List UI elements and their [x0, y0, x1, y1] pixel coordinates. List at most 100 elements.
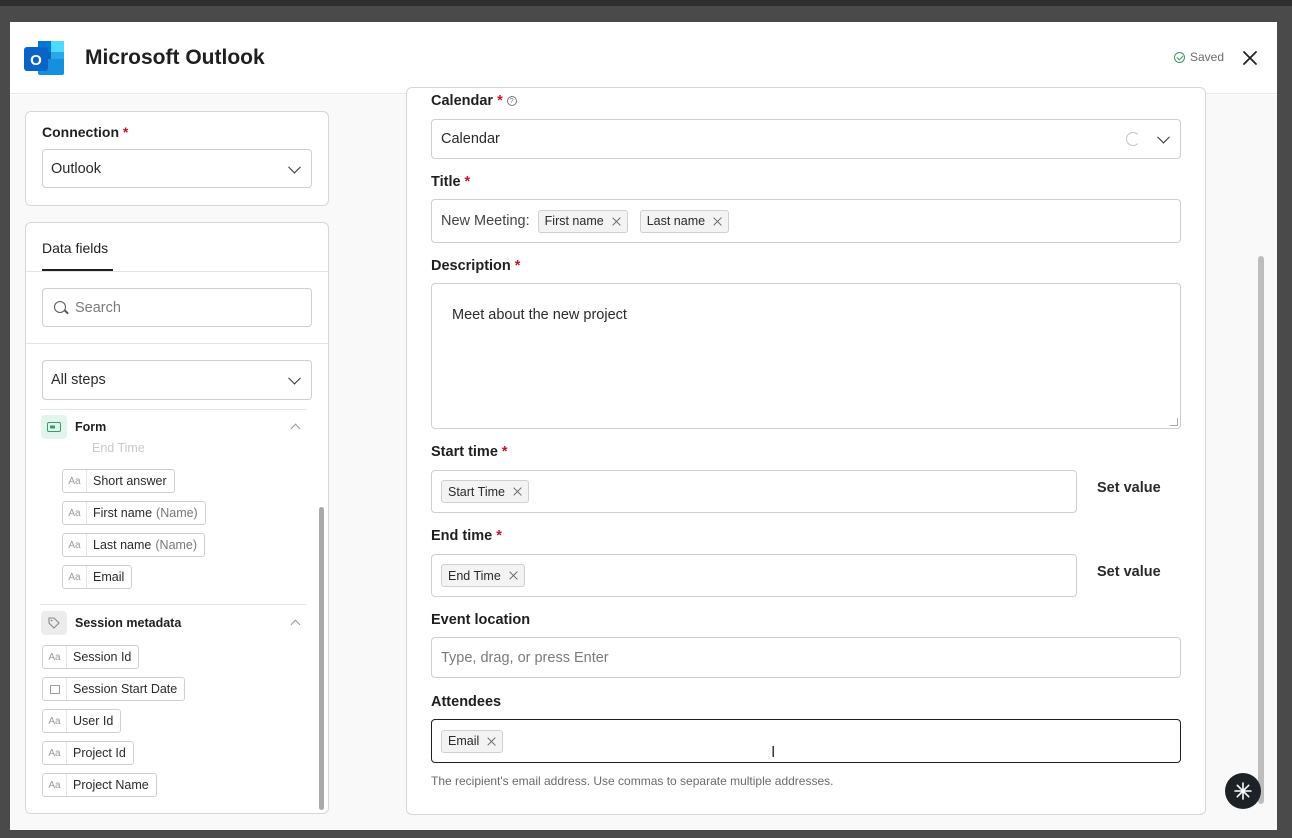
left-pane: Connection * Outlook Data fields Search … [10, 95, 340, 830]
text-type-icon: Aa [63, 502, 87, 524]
search-placeholder: Search [75, 299, 121, 316]
text-type-icon: Aa [43, 774, 67, 796]
remove-icon[interactable] [487, 737, 496, 746]
field-chip-first-name[interactable]: Aa First name (Name) [62, 501, 206, 525]
outlook-logo-icon: O [24, 41, 64, 75]
connection-label: Connection * [42, 124, 129, 140]
attendees-hint: The recipient's email address. Use comma… [431, 774, 834, 788]
description-textarea[interactable]: Meet about the new project [431, 283, 1181, 429]
backdrop [0, 0, 1292, 6]
field-chip-project-name[interactable]: Aa Project Name [42, 773, 157, 797]
form-icon [41, 415, 67, 439]
description-label: Description * [431, 258, 521, 274]
divider [40, 604, 306, 605]
title-label: Title * [431, 174, 471, 190]
field-chip-last-name[interactable]: Aa Last name (Name) [62, 533, 206, 557]
remove-icon[interactable] [713, 217, 722, 226]
assistant-button[interactable] [1225, 773, 1261, 809]
refresh-icon[interactable] [1126, 132, 1140, 146]
chip-label: Email [93, 570, 125, 584]
check-circle-icon [1174, 51, 1185, 63]
list-item-clipped: End Time [92, 441, 145, 453]
field-chip-short-answer[interactable]: Aa Short answer [62, 469, 175, 493]
chip-label: User Id [73, 714, 114, 728]
end-time-set-value-button[interactable]: Set value [1097, 564, 1161, 580]
field-chip-session-start-date[interactable]: Session Start Date [42, 677, 186, 701]
divider [40, 409, 306, 410]
saved-status: Saved [1174, 50, 1224, 64]
text-type-icon: Aa [63, 470, 87, 492]
text-type-icon: Aa [43, 742, 67, 764]
group-form-label: Form [75, 420, 107, 434]
event-location-input[interactable]: Type, drag, or press Enter [431, 637, 1181, 678]
field-chip-user-id[interactable]: Aa User Id [42, 709, 122, 733]
chevron-up-icon[interactable] [290, 619, 301, 630]
divider [26, 271, 328, 272]
chip-suffix: (Name) [156, 506, 198, 520]
group-session-header[interactable]: Session metadata [41, 611, 181, 635]
title-input[interactable]: New Meeting: First name Last name [431, 199, 1181, 243]
calendar-select[interactable]: Calendar [431, 119, 1181, 159]
token-email[interactable]: Email [441, 729, 504, 753]
chip-label: Last name [93, 538, 152, 552]
right-pane: Calendar * ? Calendar Title * New Meeting:… [340, 87, 1277, 830]
integration-modal: O Microsoft Outlook Saved Connection * O… [10, 22, 1277, 830]
attendees-input[interactable]: Email I [431, 719, 1181, 763]
chip-label: First name [93, 506, 153, 520]
chip-label: Session Id [73, 650, 132, 664]
start-time-input[interactable]: Start Time [431, 470, 1077, 513]
search-icon [54, 301, 66, 313]
left-scrollbar[interactable] [319, 507, 324, 810]
calendar-label: Calendar * ? [431, 93, 517, 109]
right-scrollbar[interactable] [1258, 256, 1264, 804]
chip-label: Project Id [73, 746, 126, 760]
page-title: Microsoft Outlook [85, 46, 265, 69]
event-location-placeholder: Type, drag, or press Enter [441, 649, 609, 666]
remove-icon[interactable] [513, 487, 522, 496]
saved-label: Saved [1190, 50, 1225, 64]
field-chip-email[interactable]: Aa Email [62, 565, 133, 589]
text-type-icon: Aa [63, 566, 87, 588]
action-form: Calendar * ? Calendar Title * New Meeting:… [406, 87, 1206, 815]
steps-value: All steps [51, 372, 106, 388]
group-form-header[interactable]: Form [41, 415, 106, 439]
remove-icon[interactable] [509, 571, 518, 580]
start-time-set-value-button[interactable]: Set value [1097, 480, 1161, 496]
help-icon[interactable]: ? [506, 96, 517, 106]
token-start-time[interactable]: Start Time [441, 480, 529, 503]
end-time-input[interactable]: End Time [431, 554, 1077, 597]
text-cursor-icon: I [771, 744, 776, 761]
text-type-icon: Aa [43, 710, 67, 732]
token-last-name[interactable]: Last name [639, 209, 730, 233]
chevron-down-icon [288, 371, 301, 385]
token-end-time[interactable]: End Time [441, 564, 525, 587]
resize-handle-icon[interactable] [1170, 418, 1178, 426]
steps-select[interactable]: All steps [42, 360, 312, 400]
field-chip-session-id[interactable]: Aa Session Id [42, 645, 140, 669]
divider [26, 343, 328, 344]
chip-suffix: (Name) [155, 538, 198, 552]
chip-label: Session Start Date [73, 682, 178, 696]
text-type-icon: Aa [63, 534, 87, 556]
chip-label: Project Name [73, 778, 149, 792]
search-input[interactable]: Search [42, 288, 312, 327]
chevron-down-icon [288, 160, 301, 174]
connection-value: Outlook [51, 160, 101, 177]
remove-icon[interactable] [612, 217, 621, 226]
close-icon[interactable] [1240, 48, 1260, 68]
calendar-value: Calendar [441, 131, 500, 147]
connection-select[interactable]: Outlook [42, 149, 312, 188]
calendar-icon [43, 678, 67, 700]
token-first-name[interactable]: First name [537, 209, 628, 233]
event-location-label: Event location [431, 612, 531, 628]
group-session-label: Session metadata [75, 616, 182, 630]
field-chip-project-id[interactable]: Aa Project Id [42, 741, 134, 765]
chevron-up-icon[interactable] [290, 423, 301, 434]
title-prefix: New Meeting: [441, 213, 530, 229]
end-time-label: End time * [431, 528, 502, 544]
svg-text:O: O [30, 52, 42, 69]
attendees-label: Attendees [431, 694, 502, 710]
tab-data-fields[interactable]: Data fields [42, 240, 108, 256]
chevron-down-icon [1157, 130, 1170, 144]
chip-label: Short answer [93, 474, 167, 488]
